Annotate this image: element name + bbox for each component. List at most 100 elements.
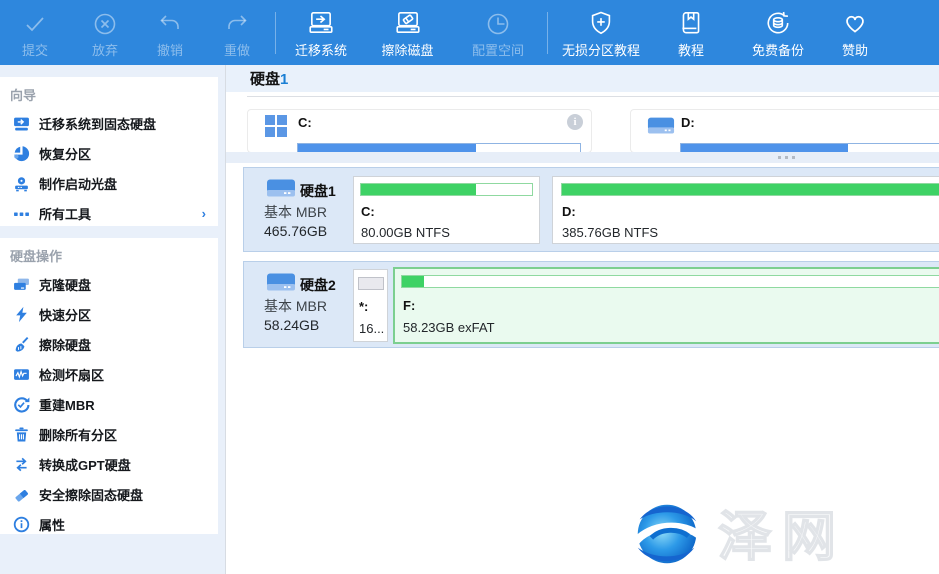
- partition-usage-bar: [401, 275, 939, 288]
- partition-usage-bar: [360, 183, 533, 196]
- sidebar-wizard-section: 向导 迁移系统到固态硬盘 恢复分区 制作启动光盘 所有工具 ›: [0, 77, 218, 226]
- overview-divider-line: [247, 96, 939, 97]
- secure-erase-eraser-icon: [13, 486, 30, 503]
- backup-cycle-icon: [764, 7, 792, 37]
- partition-info: 58.23GB exFAT: [403, 320, 495, 335]
- donate-button[interactable]: 赞助: [827, 3, 883, 63]
- sidebar-item-properties[interactable]: 属性: [0, 509, 218, 539]
- watermark: 泽网: [628, 495, 846, 574]
- redo-button[interactable]: 重做: [200, 3, 274, 63]
- sidebar-item-label: 制作启动光盘: [39, 174, 117, 193]
- book-icon: [677, 7, 705, 37]
- sidebar-item-check-bad-sectors[interactable]: 检测坏扇区: [0, 359, 218, 389]
- bad-sector-wave-icon: [13, 366, 30, 383]
- undo-button[interactable]: 撤销: [140, 3, 200, 63]
- migrate-system-drive-icon: [307, 7, 335, 37]
- disk-tab-bar: 硬盘1: [226, 65, 939, 92]
- discard-circle-x-icon: [92, 7, 118, 37]
- partition-c[interactable]: C: 80.00GB NTFS: [353, 176, 540, 244]
- sidebar-item-recover-partition[interactable]: 恢复分区: [0, 138, 218, 168]
- sidebar-item-migrate-ssd[interactable]: 迁移系统到固态硬盘: [0, 108, 218, 138]
- quick-partition-bolt-icon: [13, 306, 30, 323]
- disk-name: 硬盘1: [300, 181, 336, 201]
- overview-splitter-handle[interactable]: [226, 152, 939, 163]
- partition-info: 80.00GB NTFS: [361, 225, 450, 240]
- sidebar-item-label: 快速分区: [39, 305, 91, 324]
- partition-usage-bar: [358, 277, 384, 290]
- migrate-system-button[interactable]: 迁移系统: [277, 3, 365, 63]
- tutorial-button[interactable]: 教程: [653, 3, 729, 63]
- sidebar-item-all-tools[interactable]: 所有工具 ›: [0, 198, 218, 228]
- volume-label: C:: [298, 115, 312, 130]
- partition-usage-fill: [359, 278, 383, 289]
- chevron-right-icon: ›: [202, 206, 206, 221]
- submit-button[interactable]: 提交: [0, 3, 70, 63]
- convert-gpt-arrows-icon: [13, 456, 30, 473]
- sidebar-item-rebuild-mbr[interactable]: 重建MBR: [0, 389, 218, 419]
- allocate-space-pie-icon: [485, 7, 511, 37]
- overview-volume-d[interactable]: D:: [630, 109, 939, 153]
- volume-label: D:: [681, 115, 695, 130]
- properties-info-icon: [13, 516, 30, 533]
- sidebar-item-label: 安全擦除固态硬盘: [39, 485, 143, 504]
- recover-partition-pie-icon: [13, 145, 30, 162]
- overview-volume-c[interactable]: C: i: [247, 109, 592, 153]
- section-header-disk-operations: 硬盘操作: [0, 238, 218, 269]
- hard-drive-icon: [647, 117, 675, 141]
- windows-logo-icon: [264, 114, 288, 143]
- sidebar-item-label: 检测坏扇区: [39, 365, 104, 384]
- migrate-ssd-icon: [13, 115, 30, 132]
- sidebar-item-label: 迁移系统到固态硬盘: [39, 114, 156, 133]
- sidebar-item-label: 属性: [39, 515, 65, 534]
- check-icon: [22, 7, 48, 37]
- sidebar-item-delete-all-partitions[interactable]: 删除所有分区: [0, 419, 218, 449]
- partition-usage-fill: [402, 276, 424, 287]
- watermark-logo-icon: [628, 495, 706, 574]
- boot-disc-icon: [13, 175, 30, 192]
- allocate-space-button[interactable]: 配置空间: [450, 3, 546, 63]
- watermark-text: 泽网: [718, 510, 846, 564]
- wipe-disk-button[interactable]: 擦除磁盘: [365, 3, 450, 63]
- sidebar-item-secure-erase-ssd[interactable]: 安全擦除固态硬盘: [0, 479, 218, 509]
- hard-drive-icon: [266, 273, 296, 298]
- toolbar-divider: [547, 12, 548, 54]
- lossless-partition-tutorial-button[interactable]: 无损分区教程: [549, 3, 653, 63]
- sidebar-item-clone-disk[interactable]: 克隆硬盘: [0, 269, 218, 299]
- sidebar-item-label: 转换成GPT硬盘: [39, 455, 131, 474]
- section-header-wizard: 向导: [0, 77, 218, 108]
- partition-info: 385.76GB NTFS: [562, 225, 658, 240]
- disk-type: 基本 MBR: [264, 202, 327, 222]
- sidebar-item-label: 擦除硬盘: [39, 335, 91, 354]
- partition-usage-bar: [561, 183, 939, 196]
- rebuild-mbr-icon: [13, 396, 30, 413]
- shield-plus-icon: [587, 7, 615, 37]
- sidebar-item-make-boot-disc[interactable]: 制作启动光盘: [0, 168, 218, 198]
- heart-icon: [841, 7, 869, 37]
- free-backup-button[interactable]: 免费备份: [729, 3, 827, 63]
- partition-info: 16...: [359, 321, 384, 336]
- undo-arrow-icon: [157, 7, 183, 37]
- partition-usage-fill: [562, 184, 939, 195]
- disk-row-1[interactable]: 硬盘1 基本 MBR 465.76GB C: 80.00GB NTFS D: 3…: [243, 167, 939, 252]
- disk-row-2[interactable]: 硬盘2 基本 MBR 58.24GB *: 16... F: 58.23GB e…: [243, 261, 939, 348]
- partition-d[interactable]: D: 385.76GB NTFS: [552, 176, 939, 244]
- sidebar-item-wipe-drive[interactable]: 擦除硬盘: [0, 329, 218, 359]
- info-icon[interactable]: i: [567, 114, 583, 130]
- toolbar-divider: [275, 12, 276, 54]
- partition-label: F:: [403, 298, 415, 313]
- clone-disk-icon: [13, 276, 30, 293]
- sidebar-item-convert-to-gpt[interactable]: 转换成GPT硬盘: [0, 449, 218, 479]
- tab-disk-1[interactable]: 硬盘1: [250, 68, 288, 89]
- hard-drive-icon: [266, 179, 296, 204]
- disk-size: 58.24GB: [264, 317, 319, 333]
- sidebar-item-label: 克隆硬盘: [39, 275, 91, 294]
- discard-button[interactable]: 放弃: [70, 3, 140, 63]
- partition-label: *:: [359, 299, 368, 314]
- sidebar-item-label: 删除所有分区: [39, 425, 117, 444]
- partition-f-selected[interactable]: F: 58.23GB exFAT: [393, 267, 939, 344]
- sidebar-item-quick-partition[interactable]: 快速分区: [0, 299, 218, 329]
- partition-label: C:: [361, 204, 375, 219]
- partition-unnamed[interactable]: *: 16...: [353, 269, 388, 342]
- top-toolbar: 提交 放弃 撤销 重做 迁移系统 擦除磁盘: [0, 0, 939, 65]
- main-content: 硬盘1 C: i D:: [226, 65, 939, 574]
